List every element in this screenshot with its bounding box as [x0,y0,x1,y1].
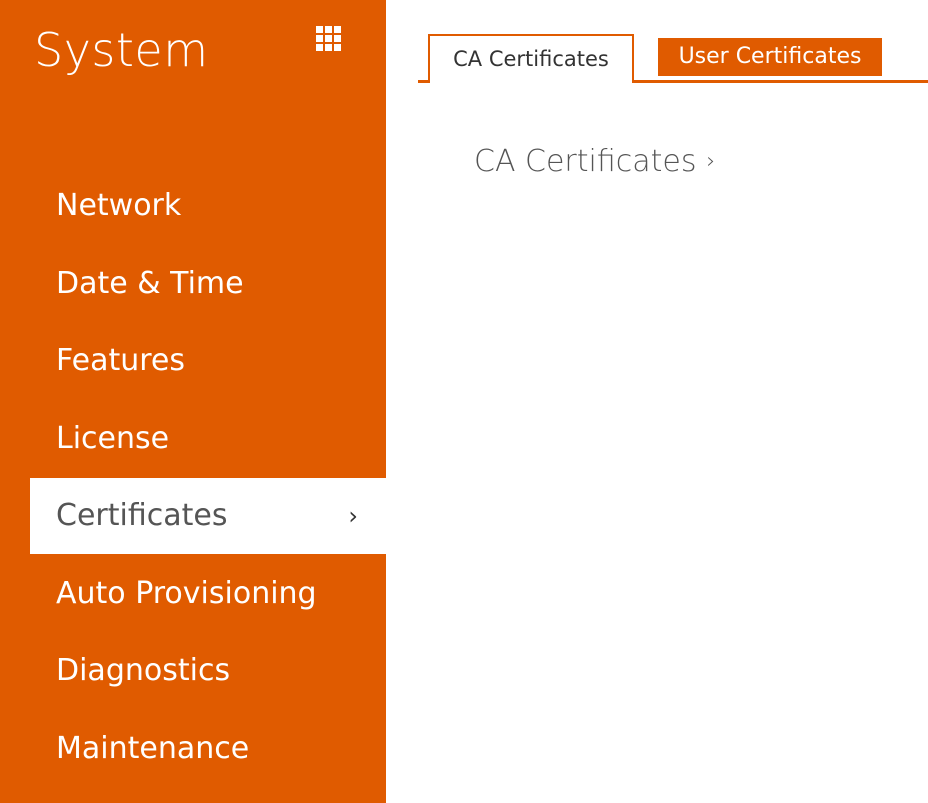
sidebar-item-label: Features [56,343,185,378]
chevron-right-icon: › [348,502,358,530]
sidebar-item-certificates[interactable]: Certificates › [30,478,386,554]
sidebar-title: System [34,23,209,77]
sidebar-item-label: Date & Time [56,265,244,301]
ca-certificates-section-link[interactable]: CA Certificates › [474,140,715,184]
tab-ca-certificates[interactable]: CA Certificates [428,34,634,83]
chevron-right-icon: › [706,149,716,174]
grid-menu-icon[interactable] [316,26,342,52]
sidebar-item-diagnostics[interactable]: Diagnostics [30,633,386,709]
sidebar-item-date-time[interactable]: Date & Time [30,246,386,322]
sidebar-item-license[interactable]: License [30,401,386,477]
sidebar-item-features[interactable]: Features [30,323,386,399]
sidebar-nav: Network Date & Time Features License Cer… [30,168,386,788]
sidebar-item-label: Diagnostics [56,653,231,688]
tab-bar: CA Certificates User Certificates [418,34,928,86]
sidebar-item-label: License [56,420,170,456]
sidebar: System Network Date & Time Features Lice… [0,0,386,803]
sidebar-item-label: Maintenance [56,730,250,766]
section-title: CA Certificates [474,144,697,179]
sidebar-item-network[interactable]: Network [30,168,386,244]
sidebar-item-label: Certificates [56,498,228,533]
tab-user-certificates[interactable]: User Certificates [658,38,882,76]
sidebar-item-auto-provisioning[interactable]: Auto Provisioning [30,556,386,632]
sidebar-item-maintenance[interactable]: Maintenance [30,711,386,787]
sidebar-item-label: Network [56,188,182,223]
sidebar-item-label: Auto Provisioning [56,575,317,611]
